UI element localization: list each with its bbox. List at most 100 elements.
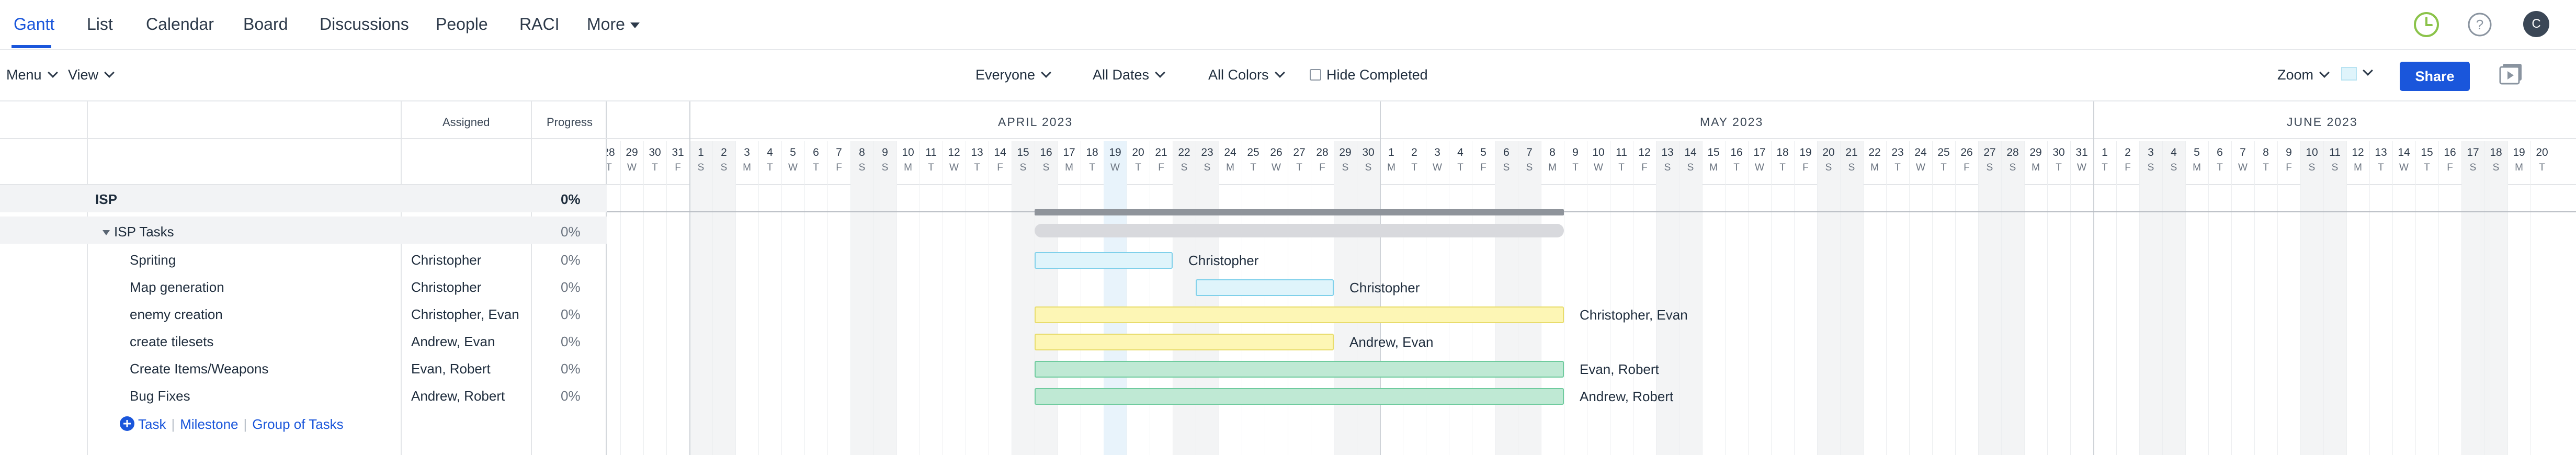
task-assigned[interactable]: Andrew, Robert bbox=[411, 388, 505, 404]
view-dropdown[interactable]: View bbox=[68, 67, 115, 83]
add-milestone-link[interactable]: Milestone bbox=[180, 416, 238, 432]
task-progress[interactable]: 0% bbox=[561, 306, 581, 323]
task-assigned[interactable]: Christopher, Evan bbox=[411, 306, 519, 323]
hide-completed-checkbox[interactable] bbox=[1310, 69, 1321, 81]
tab-discussions[interactable]: Discussions bbox=[320, 15, 409, 34]
help-icon[interactable]: ? bbox=[2466, 10, 2494, 39]
tab-more[interactable]: More bbox=[587, 15, 640, 34]
group-row[interactable] bbox=[0, 217, 607, 244]
day-number: 3 bbox=[1434, 146, 1440, 158]
day-number: 2 bbox=[721, 146, 727, 158]
day-letter: S bbox=[1204, 162, 1211, 173]
task-progress[interactable]: 0% bbox=[561, 361, 581, 377]
day-gridline bbox=[620, 141, 621, 455]
day-number: 7 bbox=[836, 146, 842, 158]
day-gridline bbox=[735, 141, 736, 455]
task-name[interactable]: enemy creation bbox=[130, 306, 223, 323]
task-name[interactable]: Map generation bbox=[130, 279, 224, 295]
caret-down-icon[interactable] bbox=[103, 230, 110, 236]
grid-divider bbox=[401, 101, 402, 455]
task-progress[interactable]: 0% bbox=[561, 388, 581, 404]
day-letter: S bbox=[2170, 162, 2177, 173]
project-progress: 0% bbox=[561, 191, 581, 207]
day-letter: T bbox=[2378, 162, 2384, 173]
tab-list[interactable]: List bbox=[87, 15, 113, 34]
chevron-down-icon bbox=[104, 67, 115, 78]
share-button[interactable]: Share bbox=[2400, 62, 2470, 91]
zoom-dropdown[interactable]: Zoom bbox=[2277, 67, 2330, 83]
tab-people[interactable]: People bbox=[436, 15, 488, 34]
weekend-column bbox=[2001, 141, 2024, 455]
day-letter: S bbox=[2331, 162, 2339, 173]
day-letter: M bbox=[743, 162, 751, 173]
menu-dropdown[interactable]: Menu bbox=[6, 67, 58, 83]
task-name[interactable]: Bug Fixes bbox=[130, 388, 190, 404]
weekend-column bbox=[1518, 141, 1541, 455]
add-circle-icon[interactable] bbox=[119, 416, 135, 431]
day-gridline bbox=[666, 141, 667, 455]
task-bar[interactable] bbox=[1035, 252, 1173, 269]
color-picker[interactable] bbox=[2341, 65, 2373, 81]
present-icon[interactable] bbox=[2499, 62, 2524, 86]
day-number: 20 bbox=[1822, 146, 1835, 158]
day-gridline bbox=[2369, 141, 2370, 455]
day-number: 8 bbox=[1549, 146, 1556, 158]
gantt-timeline[interactable]: APRIL 2023 MAY 2023 JUNE 2023 28T29W30T3… bbox=[607, 101, 2576, 455]
task-bar[interactable] bbox=[1035, 361, 1564, 378]
weekend-column bbox=[1173, 141, 1196, 455]
task-assigned[interactable]: Christopher bbox=[411, 252, 481, 268]
colors-filter[interactable]: All Colors bbox=[1208, 67, 1285, 83]
day-number: 26 bbox=[1960, 146, 1973, 158]
task-progress[interactable]: 0% bbox=[561, 279, 581, 295]
tab-board[interactable]: Board bbox=[243, 15, 288, 34]
weekend-column bbox=[1035, 141, 1058, 455]
svg-text:?: ? bbox=[2476, 17, 2483, 32]
task-bar[interactable] bbox=[1196, 279, 1334, 296]
task-bar[interactable] bbox=[1035, 334, 1334, 350]
grid-header-divider bbox=[0, 138, 607, 139]
column-header-assigned[interactable]: Assigned bbox=[442, 116, 490, 129]
group-toggle[interactable]: ISP Tasks bbox=[103, 224, 174, 240]
day-number: 5 bbox=[790, 146, 796, 158]
task-progress[interactable]: 0% bbox=[561, 334, 581, 350]
task-name[interactable]: Create Items/Weapons bbox=[130, 361, 268, 377]
day-number: 11 bbox=[925, 146, 937, 158]
day-number: 6 bbox=[813, 146, 819, 158]
task-assigned[interactable]: Andrew, Evan bbox=[411, 334, 495, 350]
task-name[interactable]: create tilesets bbox=[130, 334, 213, 350]
day-gridline bbox=[2047, 141, 2048, 455]
zoom-label: Zoom bbox=[2277, 67, 2314, 83]
avatar[interactable]: C bbox=[2523, 11, 2549, 37]
chevron-down-icon bbox=[1274, 67, 1285, 78]
column-header-progress[interactable]: Progress bbox=[547, 116, 593, 129]
project-row[interactable] bbox=[0, 185, 607, 212]
dates-filter[interactable]: All Dates bbox=[1093, 67, 1165, 83]
group-summary-bar[interactable] bbox=[1035, 224, 1564, 237]
day-letter: F bbox=[2125, 162, 2131, 173]
project-name[interactable]: ISP bbox=[95, 191, 117, 208]
day-letter: F bbox=[675, 162, 681, 173]
month-label-april: APRIL 2023 bbox=[998, 115, 1073, 129]
task-progress[interactable]: 0% bbox=[561, 252, 581, 268]
day-letter: W bbox=[1755, 162, 1764, 173]
add-group-link[interactable]: Group of Tasks bbox=[252, 416, 343, 432]
day-number: 28 bbox=[607, 146, 615, 158]
day-letter: W bbox=[1594, 162, 1603, 173]
task-bar[interactable] bbox=[1035, 306, 1564, 323]
day-letter: F bbox=[1964, 162, 1970, 173]
project-summary-bar[interactable] bbox=[1035, 209, 1564, 215]
tab-gantt[interactable]: Gantt bbox=[14, 15, 54, 34]
tab-calendar[interactable]: Calendar bbox=[146, 15, 214, 34]
everyone-filter[interactable]: Everyone bbox=[975, 67, 1051, 83]
tab-raci[interactable]: RACI bbox=[519, 15, 559, 34]
task-assigned[interactable]: Evan, Robert bbox=[411, 361, 491, 377]
month-label-may: MAY 2023 bbox=[1700, 115, 1764, 129]
task-bar[interactable] bbox=[1035, 388, 1564, 405]
weekend-column bbox=[1334, 141, 1357, 455]
task-assigned[interactable]: Christopher bbox=[411, 279, 481, 295]
add-task-link[interactable]: Task bbox=[138, 416, 166, 432]
task-name[interactable]: Spriting bbox=[130, 252, 176, 268]
clock-icon[interactable] bbox=[2412, 10, 2441, 39]
hide-completed-toggle[interactable]: Hide Completed bbox=[1310, 67, 1428, 83]
group-name[interactable]: ISP Tasks bbox=[114, 224, 174, 240]
